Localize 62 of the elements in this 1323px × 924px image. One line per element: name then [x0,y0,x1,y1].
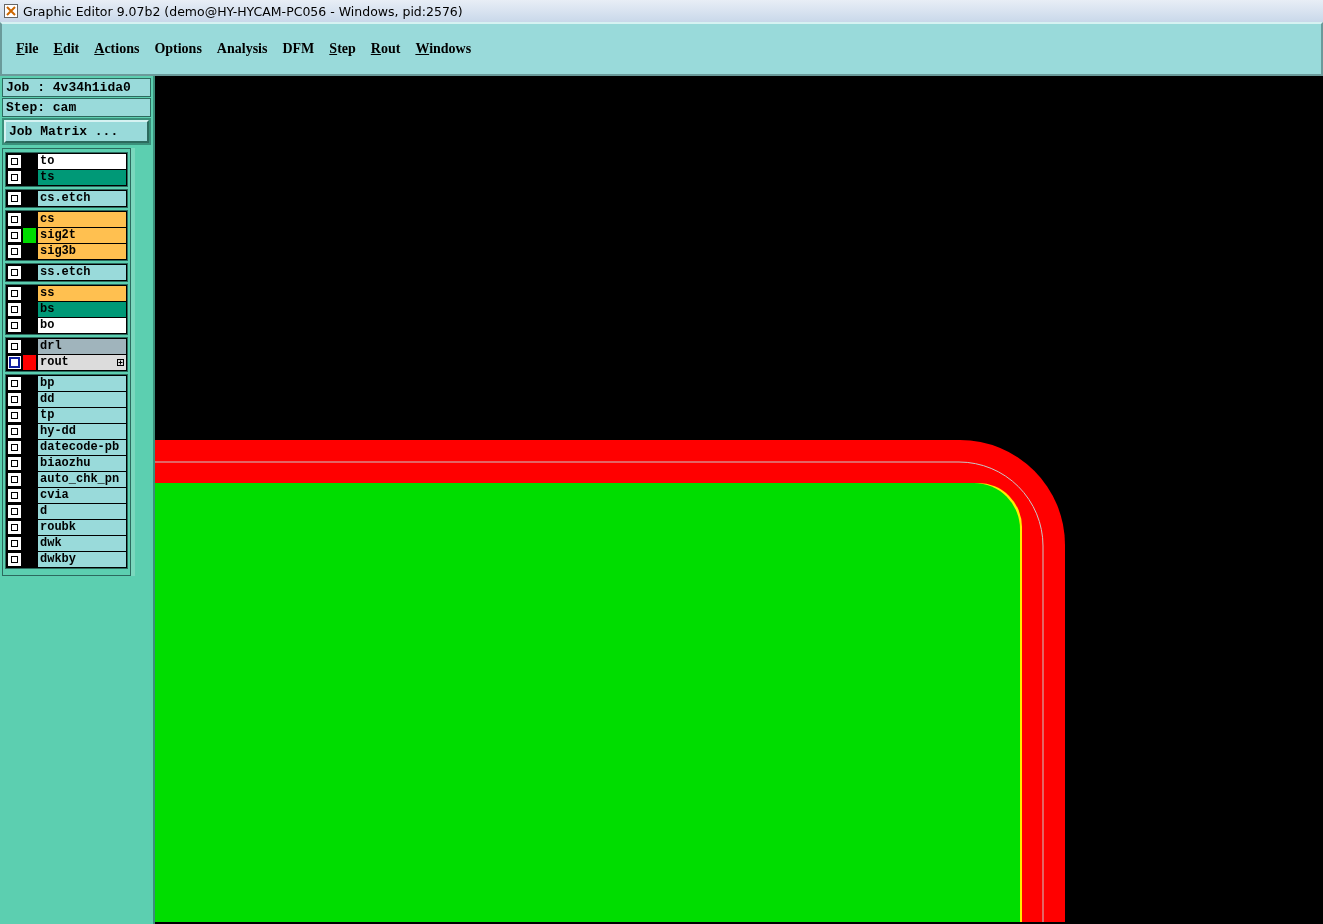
layer-name[interactable]: hy-dd [38,424,126,439]
layer-select-button[interactable] [8,457,21,470]
layer-select-button[interactable] [8,192,21,205]
menu-item[interactable]: File [16,41,39,57]
layer-name[interactable]: drl [38,339,126,354]
layer-select-button[interactable] [8,393,21,406]
layer-select-button[interactable] [8,319,21,332]
layer-select-button[interactable] [8,171,21,184]
layer-name[interactable]: dd [38,392,126,407]
window-title: Graphic Editor 9.07b2 (demo@HY-HYCAM-PC056 - Windows, pid:2576) [23,3,463,19]
layer-select-button[interactable] [8,303,21,316]
layer-name[interactable]: datecode-pb [38,440,126,455]
layer-name[interactable]: cs [38,212,126,227]
layer-select-button[interactable] [8,340,21,353]
menu-item[interactable]: Options [154,41,202,57]
layer-name[interactable]: to [38,154,126,169]
layer-select-button[interactable] [8,155,21,168]
menu-item[interactable]: Rout [370,41,401,57]
layer-name[interactable]: biaozhu [38,456,126,471]
layer-name[interactable]: tp [38,408,126,423]
step-label: Step: cam [2,98,151,117]
layer-select-button[interactable] [8,377,21,390]
layer-select-button[interactable] [8,473,21,486]
layer-name[interactable]: ts [38,170,126,185]
layer-name[interactable]: d [38,504,126,519]
layer-name[interactable]: sig3b [38,244,126,259]
layer-select-button[interactable] [8,356,21,369]
app-icon [4,4,18,18]
layer-name[interactable]: ss.etch [38,265,126,280]
layer-select-button[interactable] [8,505,21,518]
menu-item[interactable]: Analysis [216,41,268,57]
layer-select-button[interactable] [8,425,21,438]
layer-name[interactable]: rout [38,355,126,370]
layer-name[interactable]: auto_chk_pn [38,472,126,487]
layer-name[interactable]: bo [38,318,126,333]
job-label: Job : 4v34h1ida0 [2,78,151,97]
layer-name[interactable]: cs.etch [38,191,126,206]
layer-select-button[interactable] [8,521,21,534]
layer-select-button[interactable] [8,409,21,422]
layer-select-button[interactable] [8,213,21,226]
job-matrix-button[interactable]: Job Matrix ... [4,120,149,143]
layer-name[interactable]: bp [38,376,126,391]
layer-name[interactable]: dwkby [38,552,126,567]
menu-item[interactable]: Step [329,41,356,57]
layer-name[interactable]: sig2t [38,228,126,243]
menu-item[interactable]: Actions [94,41,140,57]
layer-select-button[interactable] [8,266,21,279]
layer-select-button[interactable] [8,553,21,566]
menu-item[interactable]: DFM [282,41,315,57]
layer-select-button[interactable] [8,537,21,550]
layer-name[interactable]: bs [38,302,126,317]
layer-select-button[interactable] [8,229,21,242]
layer-select-button[interactable] [8,287,21,300]
menu-item[interactable]: Edit [53,41,80,57]
menu-item[interactable]: Windows [415,41,472,57]
layer-select-button[interactable] [8,441,21,454]
layer-name[interactable]: ss [38,286,126,301]
layer-name[interactable]: cvia [38,488,126,503]
layer-name[interactable]: dwk [38,536,126,551]
layer-select-button[interactable] [8,489,21,502]
layer-select-button[interactable] [8,245,21,258]
layer-name[interactable]: roubk [38,520,126,535]
